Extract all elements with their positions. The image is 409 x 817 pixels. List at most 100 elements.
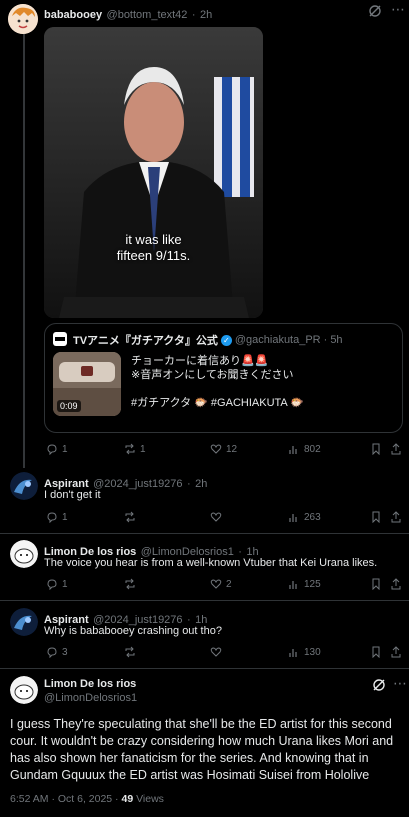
tweet-text: Why is bababooey crashing out tho? — [44, 625, 222, 637]
bookmark-icon — [372, 443, 380, 455]
repost-icon — [125, 443, 135, 455]
reply-button[interactable]: 1 — [46, 443, 68, 455]
video-player[interactable]: it was like fifteen 9/11s. — [44, 27, 263, 318]
grok-icon[interactable] — [368, 4, 382, 23]
views-button[interactable]: 263 — [288, 511, 321, 523]
bookmark-button[interactable] — [370, 443, 382, 455]
share-button[interactable] — [390, 578, 402, 590]
divider — [0, 533, 409, 534]
view-count: 130 — [304, 646, 321, 658]
share-icon — [391, 511, 401, 523]
quote-text-line: ※音声オンにしてお聞きください — [131, 369, 294, 381]
quote-author-handle[interactable]: @gachiakuta_PR — [235, 334, 321, 346]
bookmark-button[interactable] — [370, 511, 382, 523]
repost-icon — [125, 578, 135, 590]
reply-icon — [47, 579, 57, 590]
bookmark-button[interactable] — [370, 578, 382, 590]
reply-button[interactable]: 1 — [46, 511, 68, 523]
like-button[interactable] — [210, 646, 226, 658]
avatar[interactable] — [10, 608, 38, 636]
share-icon — [391, 646, 401, 658]
action-bar: 3 130 — [44, 646, 404, 660]
views-label: Views — [133, 793, 164, 805]
main-tweet-text: I guess They're speculating that she'll … — [10, 717, 394, 782]
repost-icon — [125, 646, 135, 658]
more-icon[interactable]: ⋯ — [391, 2, 405, 16]
views-button[interactable]: 130 — [288, 646, 321, 658]
bookmark-icon — [372, 646, 380, 658]
timestamp: 6:52 AM · Oct 6, 2025 · 49 Views — [10, 793, 164, 805]
like-button[interactable] — [210, 511, 226, 523]
avatar[interactable] — [10, 676, 38, 704]
author-name[interactable]: bababooey — [44, 9, 102, 21]
views-icon — [289, 581, 297, 589]
like-button[interactable]: 2 — [210, 578, 232, 590]
author-name[interactable]: Limon De los rios — [44, 678, 136, 690]
post-time[interactable]: 2h — [195, 478, 207, 490]
video-duration: 0:09 — [57, 400, 81, 412]
like-count: 12 — [226, 443, 238, 455]
more-icon[interactable]: ⋯ — [393, 676, 407, 690]
views-icon — [289, 446, 297, 454]
repost-button[interactable] — [124, 646, 140, 658]
quote-avatar[interactable] — [53, 332, 67, 346]
reply-count: 1 — [62, 511, 68, 523]
repost-count: 1 — [140, 443, 146, 455]
reply-icon — [47, 444, 57, 455]
reply-count: 1 — [62, 443, 68, 455]
repost-button[interactable]: 1 — [124, 443, 146, 455]
tweet-text: The voice you hear is from a well-known … — [44, 557, 378, 569]
thread-line — [23, 34, 25, 468]
share-button[interactable] — [390, 511, 402, 523]
quote-tweet[interactable]: TVアニメ『ガチアクタ』公式 ✓ @gachiakuta_PR · 5h 0:0… — [44, 323, 403, 433]
view-count: 802 — [304, 443, 321, 455]
verified-icon: ✓ — [220, 334, 232, 346]
quote-video-thumbnail[interactable]: 0:09 — [53, 352, 121, 416]
video-caption: fifteen 9/11s. — [116, 248, 191, 263]
quote-hashtags[interactable]: #ガチアクタ 🐡 #GACHIAKUTA 🐡 — [131, 396, 401, 410]
author-handle[interactable]: @bottom_text42 — [107, 9, 188, 21]
views-icon — [289, 649, 297, 657]
action-bar: 1 2 125 — [44, 578, 404, 592]
bookmark-icon — [372, 578, 380, 590]
tweet-text: I don't get it — [44, 489, 101, 501]
view-count: 263 — [304, 511, 321, 523]
views-icon — [289, 514, 297, 522]
like-icon — [210, 444, 222, 454]
repost-icon — [125, 511, 135, 523]
share-button[interactable] — [390, 443, 402, 455]
author-handle[interactable]: @LimonDelosrios1 — [44, 692, 137, 704]
reply-count: 3 — [62, 646, 68, 658]
post-time[interactable]: 2h — [200, 9, 212, 21]
reply-button[interactable]: 3 — [46, 646, 68, 658]
video-caption: it was like — [125, 232, 182, 247]
view-count: 125 — [304, 578, 321, 590]
avatar[interactable] — [10, 472, 38, 500]
like-button[interactable]: 12 — [210, 443, 237, 455]
quote-post-time[interactable]: 5h — [330, 334, 342, 346]
quote-text-line: チョーカーに着信あり🚨🚨 — [131, 355, 269, 367]
avatar[interactable] — [10, 540, 38, 568]
like-icon — [210, 647, 222, 657]
reply-icon — [47, 647, 57, 658]
views-button[interactable]: 125 — [288, 578, 321, 590]
timestamp-text[interactable]: 6:52 AM · Oct 6, 2025 · — [10, 793, 121, 805]
avatar[interactable] — [8, 4, 38, 34]
views-button[interactable]: 802 — [288, 443, 321, 455]
reply-button[interactable]: 1 — [46, 578, 68, 590]
grok-icon[interactable] — [372, 678, 386, 697]
repost-button[interactable] — [124, 578, 140, 590]
author-handle[interactable]: @2024_just19276 — [93, 478, 182, 490]
reply-count: 1 — [62, 578, 68, 590]
bookmark-button[interactable] — [370, 646, 382, 658]
like-icon — [210, 579, 222, 589]
action-bar: 1 1 12 802 — [44, 443, 404, 457]
like-icon — [210, 512, 222, 522]
share-button[interactable] — [390, 646, 402, 658]
reply-icon — [47, 512, 57, 523]
repost-button[interactable] — [124, 511, 140, 523]
divider — [0, 668, 409, 669]
share-icon — [391, 578, 401, 590]
quote-author-name[interactable]: TVアニメ『ガチアクタ』公式 — [73, 332, 218, 348]
bookmark-icon — [372, 511, 380, 523]
